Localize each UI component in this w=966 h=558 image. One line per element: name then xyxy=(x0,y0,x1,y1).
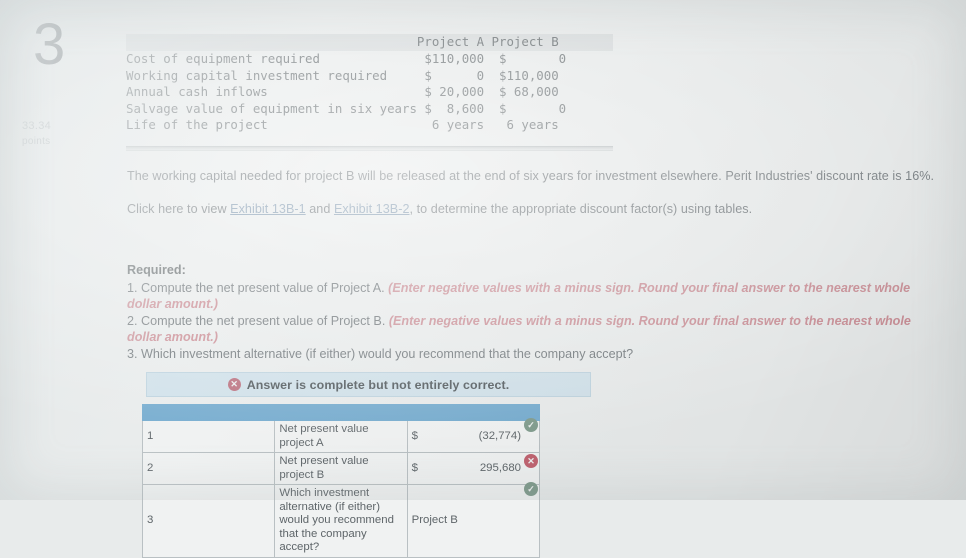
answer-row-description: Net present value project A xyxy=(274,420,408,453)
required-item-2: 2. Compute the net present value of Proj… xyxy=(127,313,945,346)
problem-data-table: Project A Project B Cost of equipment req… xyxy=(126,34,613,134)
currency-symbol: $ xyxy=(411,429,418,442)
check-circle-icon: ✓ xyxy=(524,482,538,496)
answer-row-value: $295,680 xyxy=(412,462,521,476)
click-here-prefix: Click here to view xyxy=(127,201,231,216)
exhibit-links-paragraph: Click here to view Exhibit 13B-1 and Exh… xyxy=(127,201,945,218)
required-item-3: 3. Which investment alternative (if eith… xyxy=(127,346,634,361)
answer-header-index-cell xyxy=(141,404,276,421)
answer-table-header-row xyxy=(141,404,541,421)
currency-symbol: $ xyxy=(411,461,418,474)
answer-row-value: $ (32,774) xyxy=(412,430,521,444)
data-table-row: Life of the project 6 years 6 years xyxy=(126,117,559,133)
answer-row-index: 2 xyxy=(141,452,276,485)
data-table-header: Project A Project B xyxy=(126,34,613,51)
answer-row-description: Which investment alternative (if either)… xyxy=(274,484,408,558)
data-table-row: Annual cash inflows $ 20,000 $ 68,000 xyxy=(126,84,559,100)
data-table-row: Salvage value of equipment in six years … xyxy=(126,100,567,116)
points-value: 33.34 xyxy=(22,120,52,132)
value-amount: (32,774) xyxy=(478,429,521,442)
exhibit-13b-2-link[interactable]: Exhibit 13B-2 xyxy=(334,202,410,216)
required-section: Required: 1. Compute the net present val… xyxy=(127,262,945,363)
required-item-2-text: 2. Compute the net present value of Proj… xyxy=(127,313,389,328)
table-row: 3 Which investment alternative (if eithe… xyxy=(141,482,541,558)
working-capital-paragraph: The working capital needed for project B… xyxy=(127,169,935,183)
answer-header-value-cell xyxy=(406,404,541,421)
answer-row-value: Project B xyxy=(411,514,458,526)
value-amount: 295,680 xyxy=(479,461,521,474)
data-table-row: Cost of equipment required $110,000 $ 0 xyxy=(126,51,567,66)
answer-row-description: Net present value project B xyxy=(274,452,408,485)
answer-row-index: 1 xyxy=(141,420,276,453)
data-table-bottom-rule xyxy=(126,146,613,151)
x-circle-icon: ✕ xyxy=(227,378,241,391)
points-label: points xyxy=(22,136,51,147)
answer-header-description-cell xyxy=(274,404,408,421)
answer-row-value-cell[interactable]: Project B ✓ xyxy=(406,482,541,558)
answer-status-text: Answer is complete but not entirely corr… xyxy=(246,377,510,392)
click-here-suffix: , to determine the appropriate discount … xyxy=(409,201,753,216)
answer-row-value-cell[interactable]: $295,680 ✕ xyxy=(406,452,541,485)
question-number: 3 xyxy=(33,12,66,77)
data-table-row: Working capital investment required $ 0 … xyxy=(126,67,559,83)
table-row: 2 Net present value project B $295,680 ✕ xyxy=(141,452,541,485)
answer-table: 1 Net present value project A $ (32,774) … xyxy=(141,404,541,558)
exhibit-13b-1-link[interactable]: Exhibit 13B-1 xyxy=(230,202,306,216)
x-circle-icon: ✕ xyxy=(524,454,538,468)
required-item-1: 1. Compute the net present value of Proj… xyxy=(127,280,945,313)
required-heading: Required: xyxy=(127,263,186,277)
problem-body: The working capital needed for project B… xyxy=(127,168,945,233)
answer-status-banner: ✕ Answer is complete but not entirely co… xyxy=(146,372,591,397)
answer-row-value-cell[interactable]: $ (32,774) ✓ xyxy=(406,418,541,453)
link-joiner: and xyxy=(305,201,334,216)
answer-row-index: 3 xyxy=(141,484,276,558)
required-item-1-text: 1. Compute the net present value of Proj… xyxy=(127,280,389,295)
table-row: 1 Net present value project A $ (32,774) … xyxy=(141,418,541,453)
check-circle-icon: ✓ xyxy=(524,418,538,432)
